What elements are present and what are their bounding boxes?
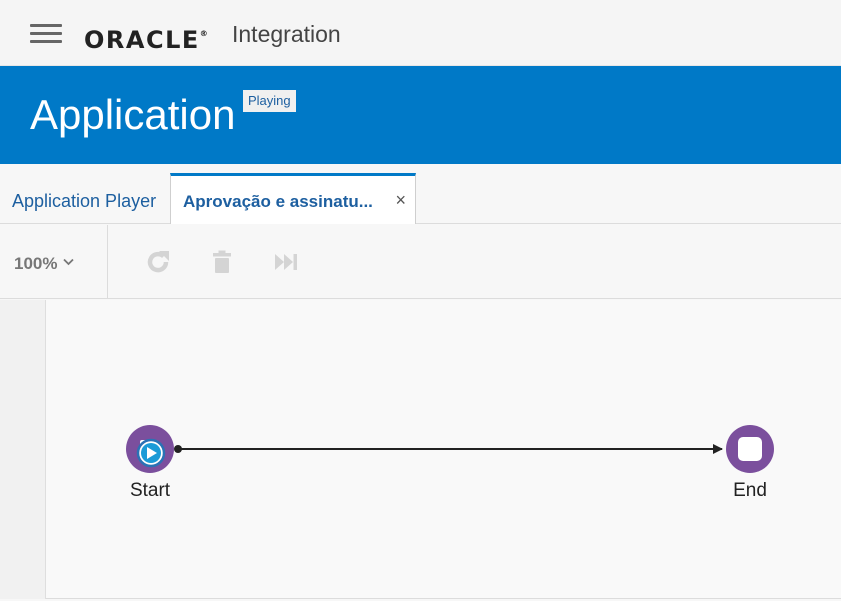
close-icon[interactable]: × <box>395 189 406 211</box>
process-canvas[interactable]: Start End <box>0 300 841 599</box>
start-node-label: Start <box>129 480 171 501</box>
process-diagram <box>126 425 774 473</box>
oracle-logo: ORACLE® <box>84 26 210 54</box>
skip-forward-icon[interactable] <box>272 248 300 276</box>
end-event-node[interactable] <box>726 425 774 473</box>
application-banner: Application Playing <box>0 66 841 164</box>
tab-approval-process[interactable]: Aprovação e assinatu... × <box>170 173 416 224</box>
process-toolbar: 100% <box>0 225 841 299</box>
status-badge: Playing <box>243 90 296 112</box>
delete-icon[interactable] <box>208 248 236 276</box>
zoom-value: 100% <box>14 254 58 273</box>
tab-bar: Application Player Aprovação e assinatu.… <box>0 164 841 224</box>
toolbar-divider <box>107 225 108 299</box>
refresh-icon[interactable] <box>144 248 172 276</box>
product-name: Integration <box>232 21 341 47</box>
end-node-label: End <box>733 480 767 501</box>
chevron-down-icon <box>63 250 75 272</box>
tab-application-player[interactable]: Application Player <box>12 190 156 212</box>
play-icon <box>136 438 166 468</box>
tab-approval-process-label: Aprovação e assinatu... <box>183 192 373 211</box>
zoom-dropdown[interactable]: 100% <box>14 250 75 275</box>
top-bar: ORACLE® Integration <box>0 0 841 66</box>
start-event-node[interactable] <box>126 425 182 473</box>
page-title: Application <box>30 91 236 138</box>
hamburger-menu-icon[interactable] <box>30 24 62 44</box>
stop-icon <box>738 437 762 461</box>
